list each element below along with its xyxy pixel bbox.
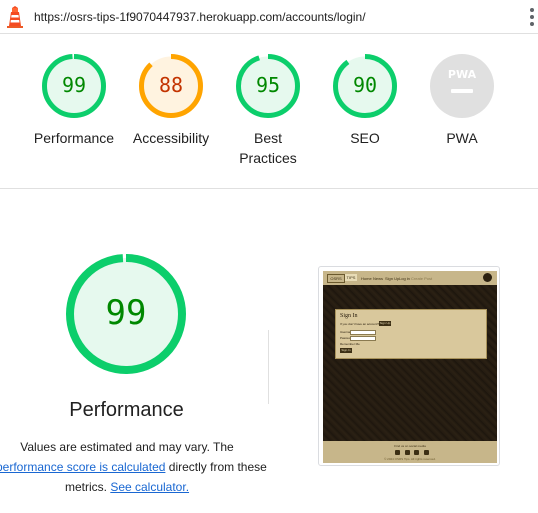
- screenshot-nav-link: Home: [361, 276, 372, 281]
- pwa-badge-icon: PWA: [430, 54, 494, 118]
- lighthouse-logo-icon: [7, 6, 23, 28]
- screenshot-nav-link: Sign Up: [385, 276, 400, 281]
- vertical-divider: [268, 330, 269, 404]
- see-calculator-link[interactable]: See calculator.: [110, 480, 189, 494]
- youtube-icon: [414, 450, 420, 455]
- screenshot-footer-text: Find us on social media: [394, 444, 426, 448]
- screenshot-username-field: [350, 330, 376, 335]
- instagram-icon: [423, 450, 429, 455]
- x-icon: [404, 450, 410, 455]
- gauge-seo[interactable]: 90: [333, 54, 397, 118]
- gauge-score: 90: [352, 73, 378, 97]
- screenshot-nav-link: Create Post: [411, 276, 433, 281]
- screenshot-signin-card: Sign In If you don't have an account? Si…: [335, 309, 487, 359]
- email-icon: [395, 450, 400, 455]
- screenshot-footer-copyright: © 2024 OSRS Tips. All rights reserved.: [384, 457, 436, 461]
- gauge-score: 88: [158, 73, 184, 97]
- kebab-menu-icon[interactable]: [528, 8, 536, 28]
- performance-title: Performance: [69, 399, 184, 421]
- screenshot-nav-link: News: [373, 276, 384, 281]
- screenshot-signin-button: Sign In: [340, 348, 352, 353]
- screenshot-signup-button: Sign Up: [379, 321, 391, 326]
- main-performance-gauge: 99: [66, 254, 186, 374]
- address-bar: https://osrs-tips-1f9070447937.herokuapp…: [0, 0, 538, 34]
- final-screenshot[interactable]: OSRS TIPS Home News Sign Up Log in Creat…: [318, 266, 500, 466]
- screenshot-background: Sign In If you don't have an account? Si…: [323, 285, 497, 441]
- screenshot-avatar-icon: [483, 273, 492, 282]
- page-url[interactable]: https://osrs-tips-1f9070447937.herokuapp…: [34, 10, 366, 24]
- screenshot-page: OSRS TIPS Home News Sign Up Log in Creat…: [323, 271, 497, 463]
- screenshot-remember-label: Remember Me: [340, 342, 360, 346]
- gauge-label-accessibility[interactable]: Accessibility: [121, 128, 221, 148]
- screenshot-social-icons: [395, 450, 429, 456]
- gauge-accessibility[interactable]: 88: [139, 54, 203, 118]
- screenshot-password-field: [350, 336, 376, 341]
- gauge-label-seo[interactable]: SEO: [315, 128, 415, 148]
- screenshot-tips-badge: TIPS: [345, 274, 357, 281]
- gauge-best-practices[interactable]: 95: [236, 54, 300, 118]
- screenshot-card-title: Sign In: [340, 313, 358, 319]
- gauge-label-performance[interactable]: Performance: [24, 128, 124, 148]
- score-calculation-link[interactable]: performance score is calculated: [0, 460, 165, 474]
- screenshot-footer: Find us on social media © 2024 OSRS Tips…: [323, 441, 497, 463]
- gauge-pwa[interactable]: PWA: [430, 54, 494, 118]
- screenshot-card-subtitle: If you don't have an account?: [340, 322, 380, 326]
- gauge-score: 95: [255, 73, 281, 97]
- gauge-performance[interactable]: 99: [42, 54, 106, 118]
- screenshot-nav-link: Log in: [399, 276, 410, 281]
- gauge-score: 99: [61, 73, 87, 97]
- section-divider: [0, 188, 538, 189]
- screenshot-logo: OSRS: [327, 274, 345, 283]
- gauge-label-best-practices[interactable]: Best Practices: [218, 128, 318, 168]
- performance-description: Values are estimated and may vary. The p…: [0, 437, 267, 497]
- pwa-badge-text: PWA: [448, 68, 477, 81]
- main-gauge-score: 99: [105, 293, 147, 333]
- screenshot-navbar: OSRS TIPS Home News Sign Up Log in Creat…: [323, 271, 497, 285]
- gauge-label-pwa[interactable]: PWA: [412, 128, 512, 148]
